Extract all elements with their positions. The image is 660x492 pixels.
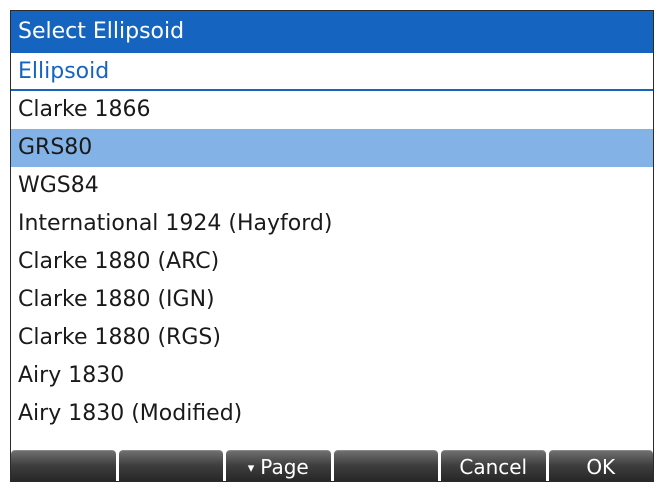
list-item-wgs84[interactable]: WGS84 [11, 167, 653, 205]
page-down-arrow-icon: ▾ [247, 461, 255, 476]
list-item-clarke-1866[interactable]: Clarke 1866 [11, 91, 653, 129]
page-softkey[interactable]: ▾ Page [226, 450, 331, 481]
select-ellipsoid-dialog: Select Ellipsoid Ellipsoid Clarke 1866 G… [10, 10, 654, 482]
list-header-ellipsoid: Ellipsoid [18, 59, 110, 84]
ellipsoid-list[interactable]: Clarke 1866 GRS80 WGS84 International 19… [11, 91, 653, 450]
list-item-clarke-1880-arc[interactable]: Clarke 1880 (ARC) [11, 243, 653, 281]
softkey-2[interactable] [118, 450, 223, 481]
softkey-1[interactable] [11, 450, 116, 481]
list-item-clarke-1880-ign[interactable]: Clarke 1880 (IGN) [11, 281, 653, 319]
ok-softkey[interactable]: OK [548, 450, 653, 481]
cancel-softkey[interactable]: Cancel [441, 450, 546, 481]
softkey-bar: ▾ Page Cancel OK [11, 450, 653, 481]
list-item-clarke-1880-rgs[interactable]: Clarke 1880 (RGS) [11, 319, 653, 357]
list-item-airy-1830-modified[interactable]: Airy 1830 (Modified) [11, 395, 653, 433]
list-item-grs80[interactable]: GRS80 [11, 129, 653, 167]
dialog-title: Select Ellipsoid [11, 11, 653, 53]
list-item-international-1924[interactable]: International 1924 (Hayford) [11, 205, 653, 243]
softkey-4[interactable] [333, 450, 438, 481]
page-softkey-label: Page [260, 455, 309, 479]
list-item-airy-1830[interactable]: Airy 1830 [11, 357, 653, 395]
